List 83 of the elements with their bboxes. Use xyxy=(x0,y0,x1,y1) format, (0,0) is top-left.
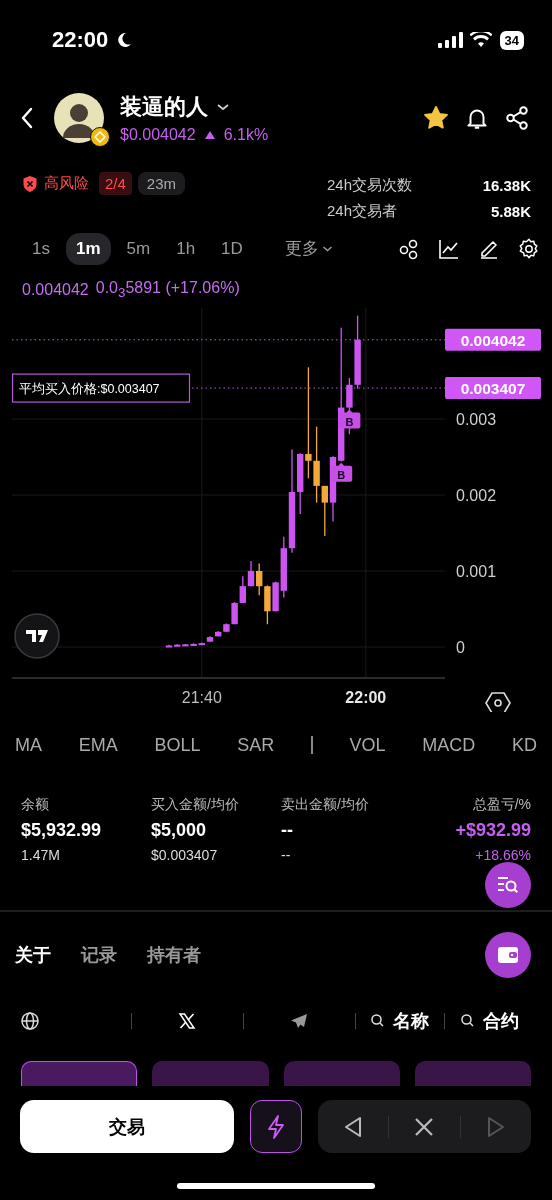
buy-marker: B xyxy=(338,409,361,429)
favorite-star-icon[interactable] xyxy=(422,103,450,132)
position-value: +$932.99 xyxy=(455,820,531,841)
position-subvalue: +18.66% xyxy=(475,847,531,863)
token-price: $0.004042 xyxy=(120,125,196,144)
battery-level: 34 xyxy=(499,30,524,50)
buy-marker: B xyxy=(330,462,353,482)
position-subvalue: 1.47M xyxy=(21,847,61,863)
interval-tab[interactable]: 1s xyxy=(22,232,60,265)
period-tab[interactable] xyxy=(21,1061,138,1086)
share-icon[interactable] xyxy=(504,104,530,131)
triangle-up-icon xyxy=(203,129,216,140)
search-icon xyxy=(460,1013,476,1028)
wifi-icon xyxy=(469,32,492,48)
y-axis-label: 0.002 xyxy=(456,487,497,504)
position-label: 余额 xyxy=(21,796,50,814)
wallet-button[interactable] xyxy=(485,932,531,978)
indicator-circles-icon[interactable] xyxy=(398,237,420,260)
stat-label: 24h交易次数 xyxy=(327,175,413,195)
settings-icon[interactable] xyxy=(518,237,540,260)
search-link[interactable]: 合约 xyxy=(460,1008,520,1033)
indicator-tab[interactable]: EMA xyxy=(78,734,118,756)
price-tag: 0.004042 xyxy=(445,328,541,351)
list-search-button[interactable] xyxy=(485,862,531,908)
x-logo-icon[interactable] xyxy=(178,1011,197,1030)
position-value: $5,000 xyxy=(151,820,208,841)
lightning-icon xyxy=(265,1113,287,1140)
quote-price: 0.004042 xyxy=(22,281,89,299)
price-change: 6.1k% xyxy=(223,125,269,144)
stat-value: 5.88K xyxy=(490,202,531,220)
interval-tab[interactable]: 1D xyxy=(211,232,253,265)
position-label: 总盈亏/% xyxy=(472,796,531,814)
position-value: -- xyxy=(281,820,294,841)
chevron-down-icon[interactable] xyxy=(216,101,230,112)
indicator-tab[interactable]: SAR xyxy=(237,734,275,756)
shield-icon xyxy=(22,174,38,193)
indicator-tab[interactable]: MACD xyxy=(422,734,476,756)
position-value: $5,932.99 xyxy=(21,820,103,841)
y-axis-label: 0 xyxy=(456,639,465,656)
clock-time: 22:00 xyxy=(52,27,109,53)
wallet-icon xyxy=(496,945,520,965)
line-chart-icon[interactable] xyxy=(438,237,460,260)
quote-change: 0.0$_{3}$5891 (+17.06%) xyxy=(95,279,240,301)
position-label: 卖出金额/均价 xyxy=(281,796,370,814)
x-axis-label: 21:40 xyxy=(181,689,222,706)
moon-icon xyxy=(116,32,133,48)
trade-button[interactable]: 交易 xyxy=(20,1100,234,1153)
signal-icon xyxy=(437,32,464,48)
quick-trade-button[interactable] xyxy=(250,1100,302,1153)
risk-level: 高风险 xyxy=(44,174,89,193)
paper-plane-icon[interactable] xyxy=(290,1012,309,1029)
hexagon-settings-icon[interactable] xyxy=(485,692,511,712)
more-menu-button[interactable]: 更多 xyxy=(274,231,343,266)
position-subvalue: $0.003407 xyxy=(151,847,219,863)
indicator-tab[interactable]: KD xyxy=(511,734,537,756)
chevron-down-icon xyxy=(321,244,333,253)
list-search-icon xyxy=(496,875,520,895)
token-name[interactable]: 装逼的人 xyxy=(120,91,208,122)
search-link[interactable]: 名称 xyxy=(370,1008,430,1033)
interval-tab[interactable]: 5m xyxy=(116,232,161,265)
price-tag: 0.003407 xyxy=(445,377,541,400)
avatar xyxy=(54,92,104,143)
y-axis-label: 0.003 xyxy=(456,411,497,428)
indicator-tab[interactable]: VOL xyxy=(349,734,386,756)
indicator-tab[interactable]: MA xyxy=(15,734,42,756)
section-tab[interactable]: 持有者 xyxy=(147,943,201,967)
position-label: 买入金额/均价 xyxy=(151,796,240,814)
average-price-label: 平均买入价格:$0.003407 xyxy=(11,373,191,403)
age-tag: 23m xyxy=(137,172,186,195)
section-tab[interactable]: 记录 xyxy=(81,943,117,967)
globe-icon[interactable] xyxy=(20,1010,40,1031)
interval-tab[interactable]: 1h xyxy=(166,232,206,265)
y-axis-label: 0.001 xyxy=(456,563,497,580)
section-tab[interactable]: 关于 xyxy=(15,943,51,967)
risk-score-badge: 2/4 xyxy=(99,172,132,195)
indicator-tab[interactable]: BOLL xyxy=(154,734,201,756)
search-icon xyxy=(370,1013,386,1028)
interval-tab[interactable]: 1m xyxy=(65,232,111,265)
stat-value: 16.38K xyxy=(482,176,531,194)
x-axis-label: 22:00 xyxy=(345,689,387,706)
stat-label: 24h交易者 xyxy=(327,201,398,221)
position-subvalue: -- xyxy=(281,847,292,863)
back-icon[interactable] xyxy=(20,106,34,129)
